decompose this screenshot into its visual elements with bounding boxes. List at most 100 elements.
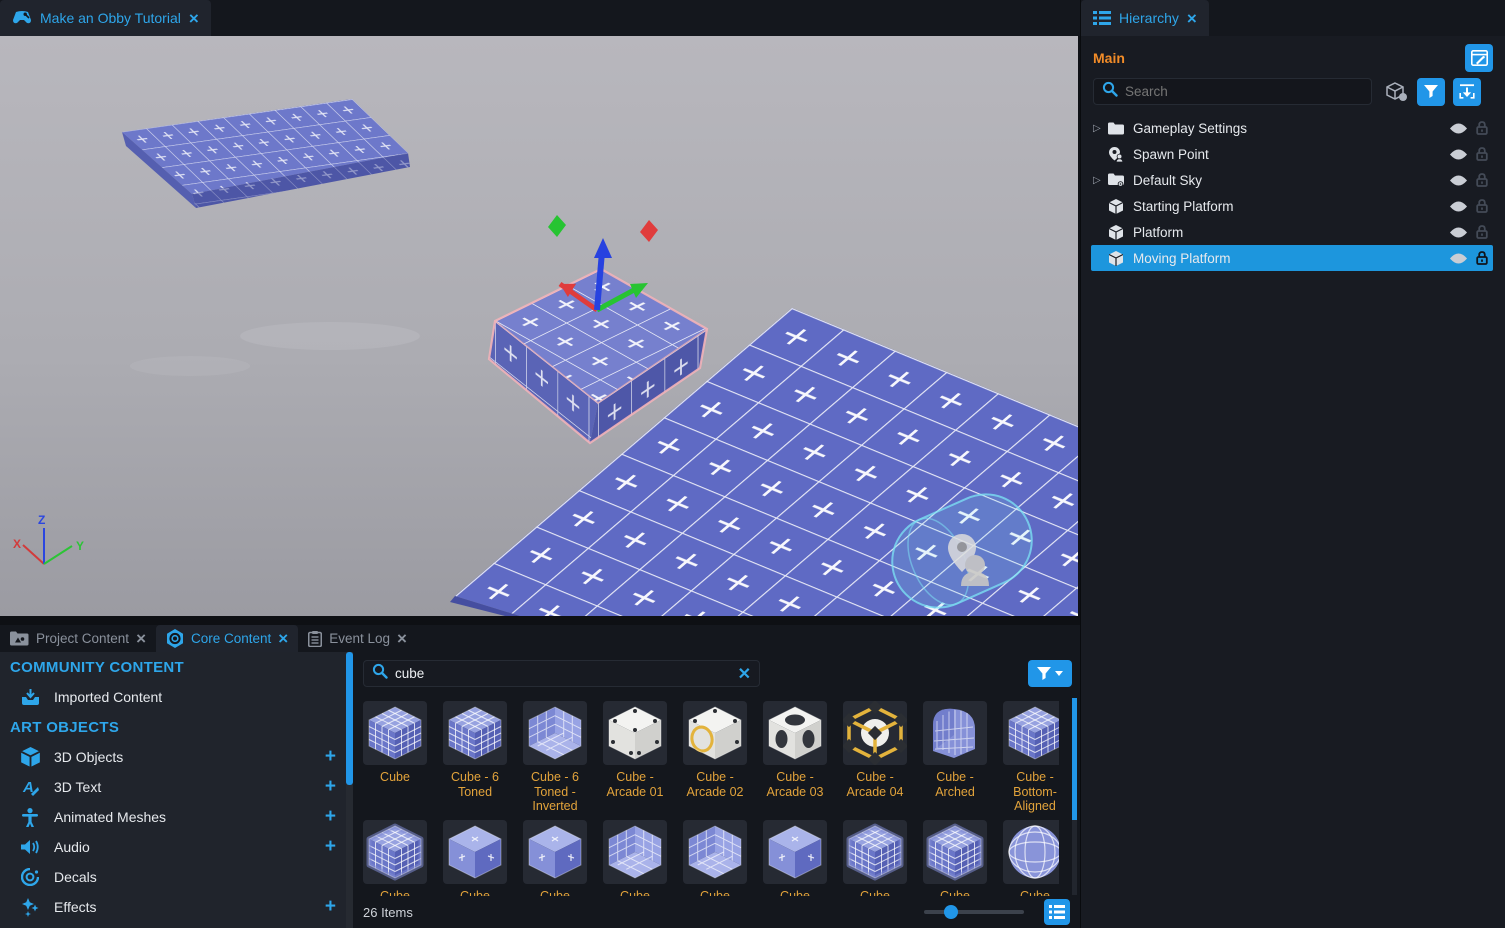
scene-settings-button[interactable] [1465, 44, 1493, 72]
axis-z-label: Z [38, 513, 45, 527]
hierarchy-item-default-sky[interactable]: ▷ Default Sky [1091, 167, 1493, 193]
hierarchy-filter-button[interactable] [1417, 78, 1445, 106]
asset-tile[interactable]: Cube [919, 820, 991, 896]
sky-folder-icon [1107, 173, 1124, 187]
lock-icon[interactable] [1471, 147, 1493, 161]
eye-icon[interactable] [1445, 201, 1471, 212]
lock-icon[interactable] [1471, 173, 1493, 187]
asset-label: Cube [860, 889, 890, 896]
asset-tile[interactable]: Cube [359, 820, 431, 896]
hierarchy-item-spawn-point[interactable]: Spawn Point [1091, 141, 1493, 167]
asset-tile[interactable]: Cube - Arcade 04 [839, 701, 911, 814]
tab-hierarchy[interactable]: Hierarchy × [1081, 0, 1209, 36]
asset-label: Cube [380, 889, 410, 896]
add-icon[interactable]: + [325, 746, 336, 768]
content-tab-core-content[interactable]: Core Content × [156, 625, 298, 652]
asset-tile[interactable]: Cube [759, 820, 831, 896]
asset-tile[interactable]: Cube [599, 820, 671, 896]
asset-tile[interactable]: Cube - 6 Toned [439, 701, 511, 814]
tab-world-label: Make an Obby Tutorial [40, 10, 181, 26]
content-tab-project-content[interactable]: Project Content × [0, 625, 156, 652]
asset-searchbox: ✕ [363, 660, 760, 687]
hierarchy-item-platform[interactable]: Platform [1091, 219, 1493, 245]
sidebar-item-3d-objects[interactable]: 3D Objects+ [0, 742, 348, 772]
slider-knob[interactable] [944, 905, 958, 919]
sidebar-item-effects[interactable]: Effects+ [0, 892, 348, 922]
clear-search-icon[interactable]: ✕ [738, 664, 751, 684]
asset-tile[interactable]: Cube - Arcade 01 [599, 701, 671, 814]
asset-tile[interactable]: Cube - Bottom-Aligned [999, 701, 1059, 814]
add-icon[interactable]: + [325, 836, 336, 858]
hierarchy-item-moving-platform[interactable]: Moving Platform [1091, 245, 1493, 271]
asset-tile[interactable]: Cube [519, 820, 591, 896]
asset-thumbnail [603, 701, 667, 765]
sidebar-item-3d-text[interactable]: A 3D Text+ [0, 772, 348, 802]
add-icon[interactable]: + [325, 776, 336, 798]
hierarchy-panel: Main ▷ Gameplay Settings [1080, 36, 1505, 928]
asset-tile[interactable]: Cube - Arcade 03 [759, 701, 831, 814]
viewport-3d[interactable]: X Z Y [0, 36, 1078, 616]
asset-label: Cube [380, 770, 410, 785]
asset-search-input[interactable] [395, 666, 738, 681]
asset-tile[interactable]: Cube - Arcade 02 [679, 701, 751, 814]
sidebar-item-audio[interactable]: Audio+ [0, 832, 348, 862]
gamepad-icon [12, 11, 32, 25]
asset-grid: Cube Cube - 6 Toned Cube - 6 Toned - Inv… [359, 695, 1059, 896]
asset-tile[interactable]: Cube [679, 820, 751, 896]
lock-icon[interactable] [1471, 121, 1493, 135]
thumbnail-size-slider[interactable] [924, 910, 1024, 914]
asset-label: Cube - Bottom-Aligned [999, 770, 1059, 814]
sidebar-item-animated-meshes[interactable]: Animated Meshes+ [0, 802, 348, 832]
asset-tile[interactable]: Cube [999, 820, 1059, 896]
hierarchy-item-starting-platform[interactable]: Starting Platform [1091, 193, 1493, 219]
content-tabstrip: Project Content × Core Content × Event L… [0, 625, 1080, 652]
close-icon[interactable]: × [397, 630, 407, 647]
spawn-icon [1107, 147, 1124, 162]
asset-tile[interactable]: Cube [439, 820, 511, 896]
content-tab-event-log[interactable]: Event Log × [298, 625, 417, 652]
lock-icon[interactable] [1471, 199, 1493, 213]
asset-thumbnail [523, 820, 587, 884]
add-icon[interactable]: + [325, 806, 336, 828]
asset-grid-row: Cube Cube Cube Cube Cube [359, 820, 1059, 896]
tab-world[interactable]: Make an Obby Tutorial × [0, 0, 211, 36]
grid-scrollbar[interactable] [1072, 698, 1077, 895]
close-icon[interactable]: × [136, 630, 146, 647]
eye-icon[interactable] [1445, 123, 1471, 134]
sidebar-section-header: COMMUNITY CONTENT [0, 652, 348, 682]
hierarchy-item-label: Default Sky [1133, 173, 1445, 188]
asset-thumbnail [363, 820, 427, 884]
hierarchy-search-input[interactable] [1125, 84, 1363, 99]
eye-icon[interactable] [1445, 253, 1471, 264]
collapse-all-button[interactable] [1453, 78, 1481, 106]
person-icon [18, 808, 42, 827]
close-icon[interactable]: × [1187, 10, 1197, 27]
asset-tile[interactable]: Cube [839, 820, 911, 896]
asset-tile[interactable]: Cube - 6 Toned - Inverted [519, 701, 591, 814]
expand-arrow-icon[interactable]: ▷ [1093, 123, 1107, 134]
sidebar-scrollbar[interactable] [346, 652, 353, 928]
eye-icon[interactable] [1445, 227, 1471, 238]
sidebar-item-imported-content[interactable]: Imported Content [0, 682, 348, 712]
expand-arrow-icon[interactable]: ▷ [1093, 175, 1107, 186]
add-icon[interactable]: + [325, 896, 336, 918]
funnel-icon [1424, 85, 1438, 98]
folder-icon [1107, 122, 1124, 135]
asset-thumbnail [843, 820, 907, 884]
cube-dot-icon[interactable] [1385, 82, 1409, 102]
funnel-icon [1037, 667, 1051, 680]
sidebar-item-decals[interactable]: Decals [0, 862, 348, 892]
hierarchy-list-icon [1093, 10, 1111, 26]
lock-icon[interactable] [1471, 225, 1493, 239]
asset-filter-button[interactable] [1028, 660, 1072, 687]
view-mode-button[interactable] [1044, 899, 1070, 925]
asset-tile[interactable]: Cube - Arched [919, 701, 991, 814]
close-icon[interactable]: × [278, 630, 288, 647]
close-icon[interactable]: × [189, 10, 199, 27]
eye-icon[interactable] [1445, 149, 1471, 160]
hierarchy-item-gameplay-settings[interactable]: ▷ Gameplay Settings [1091, 115, 1493, 141]
asset-tile[interactable]: Cube [359, 701, 431, 814]
asset-label: Cube [700, 889, 730, 896]
lock-icon[interactable] [1471, 251, 1493, 265]
eye-icon[interactable] [1445, 175, 1471, 186]
